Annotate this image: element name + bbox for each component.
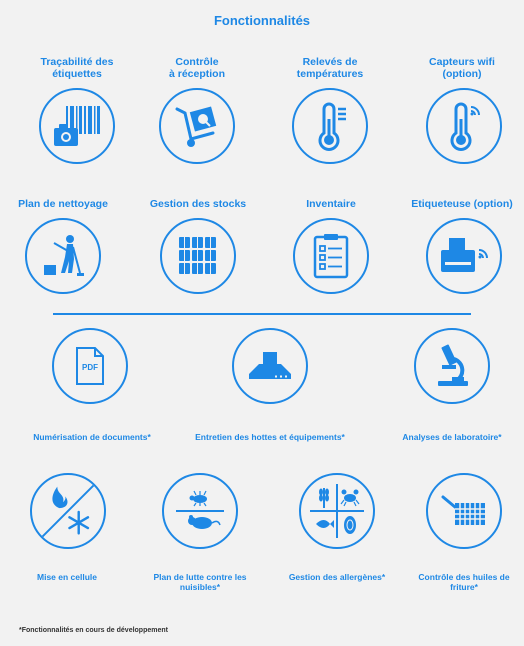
feature-gestion-stocks: Gestion des stocks	[138, 198, 258, 298]
feature-label: Entretien des hottes et équipements*	[195, 432, 345, 442]
microscope-icon	[438, 344, 468, 386]
feature-label: Etiqueteuse (option)	[411, 198, 513, 210]
feature-circle	[426, 88, 502, 164]
feature-label: Gestion des stocks	[149, 198, 247, 210]
feature-circle	[426, 218, 502, 294]
feature-circle	[293, 218, 369, 294]
feature-label: Capteurs wifi (option)	[429, 56, 495, 80]
feature-gestion-allergenes: Gestion des allergènes*	[277, 473, 397, 589]
mopping-person-icon	[44, 235, 84, 276]
feature-tracabilite: Traçabilité des étiquettes	[17, 56, 137, 166]
feature-label: Plan de lutte contre les nuisibles*	[153, 572, 247, 592]
feature-label: Gestion des allergènes*	[288, 572, 386, 582]
feature-circle	[299, 473, 375, 549]
feature-entretien-hottes: Entretien des hottes et équipements*	[190, 328, 350, 444]
feature-label: Contrôle des huiles de friture*	[418, 572, 510, 592]
feature-circle	[414, 328, 490, 404]
feature-capteurs-wifi: Capteurs wifi (option)	[404, 56, 524, 166]
feature-circle	[30, 473, 106, 549]
allergens-icon	[310, 484, 364, 538]
feature-releves-temperatures: Relevés de températures	[270, 56, 390, 166]
feature-label: Mise en cellule	[37, 572, 97, 582]
thermometer-icon	[318, 102, 346, 151]
feature-numerisation-documents: PDF Numérisation de documents*	[22, 328, 162, 444]
feature-analyses-laboratoire: Analyses de laboratoire*	[385, 328, 519, 444]
section-divider	[53, 313, 471, 315]
barcode-camera-icon	[54, 106, 100, 146]
fryer-basket-icon	[441, 495, 485, 525]
label-printer-icon	[441, 238, 488, 272]
page-title: Fonctionnalités	[213, 13, 311, 28]
pdf-document-icon: PDF	[76, 347, 104, 385]
feature-label: Plan de nettoyage	[18, 198, 108, 210]
feature-etiqueteuse: Etiqueteuse (option)	[404, 198, 524, 298]
kitchen-hood-icon	[249, 352, 291, 379]
feature-label: Numérisation de documents*	[33, 432, 151, 442]
feature-controle-reception: Contrôle à réception	[137, 56, 257, 166]
feature-circle	[160, 218, 236, 294]
feature-circle: PDF	[52, 328, 128, 404]
flame-snowflake-icon	[41, 484, 95, 538]
feature-label: Analyses de laboratoire*	[402, 432, 502, 442]
feature-lutte-nuisibles: Plan de lutte contre les nuisibles*	[140, 473, 260, 592]
svg-text:PDF: PDF	[82, 363, 98, 372]
feature-plan-nettoyage: Plan de nettoyage	[3, 198, 123, 298]
feature-label: Relevés de températures	[296, 56, 364, 80]
feature-circle	[162, 473, 238, 549]
feature-inventaire: Inventaire	[271, 198, 391, 298]
feature-circle	[426, 473, 502, 549]
feature-label: Traçabilité des étiquettes	[40, 56, 114, 80]
footnote: *Fonctionnalités en cours de développeme…	[19, 627, 168, 634]
feature-controle-huiles: Contrôle des huiles de friture*	[404, 473, 524, 592]
pests-icon	[176, 490, 224, 529]
wifi-thermometer-icon	[450, 102, 480, 151]
feature-circle	[159, 88, 235, 164]
feature-circle	[39, 88, 115, 164]
boxes-icon	[179, 237, 216, 274]
feature-label: Contrôle à réception	[168, 56, 226, 80]
feature-circle	[25, 218, 101, 294]
feature-mise-en-cellule: Mise en cellule	[7, 473, 127, 589]
hand-truck-icon	[175, 106, 217, 147]
feature-label: Inventaire	[306, 198, 356, 210]
checklist-clipboard-icon	[313, 234, 349, 279]
feature-circle	[292, 88, 368, 164]
feature-circle	[232, 328, 308, 404]
